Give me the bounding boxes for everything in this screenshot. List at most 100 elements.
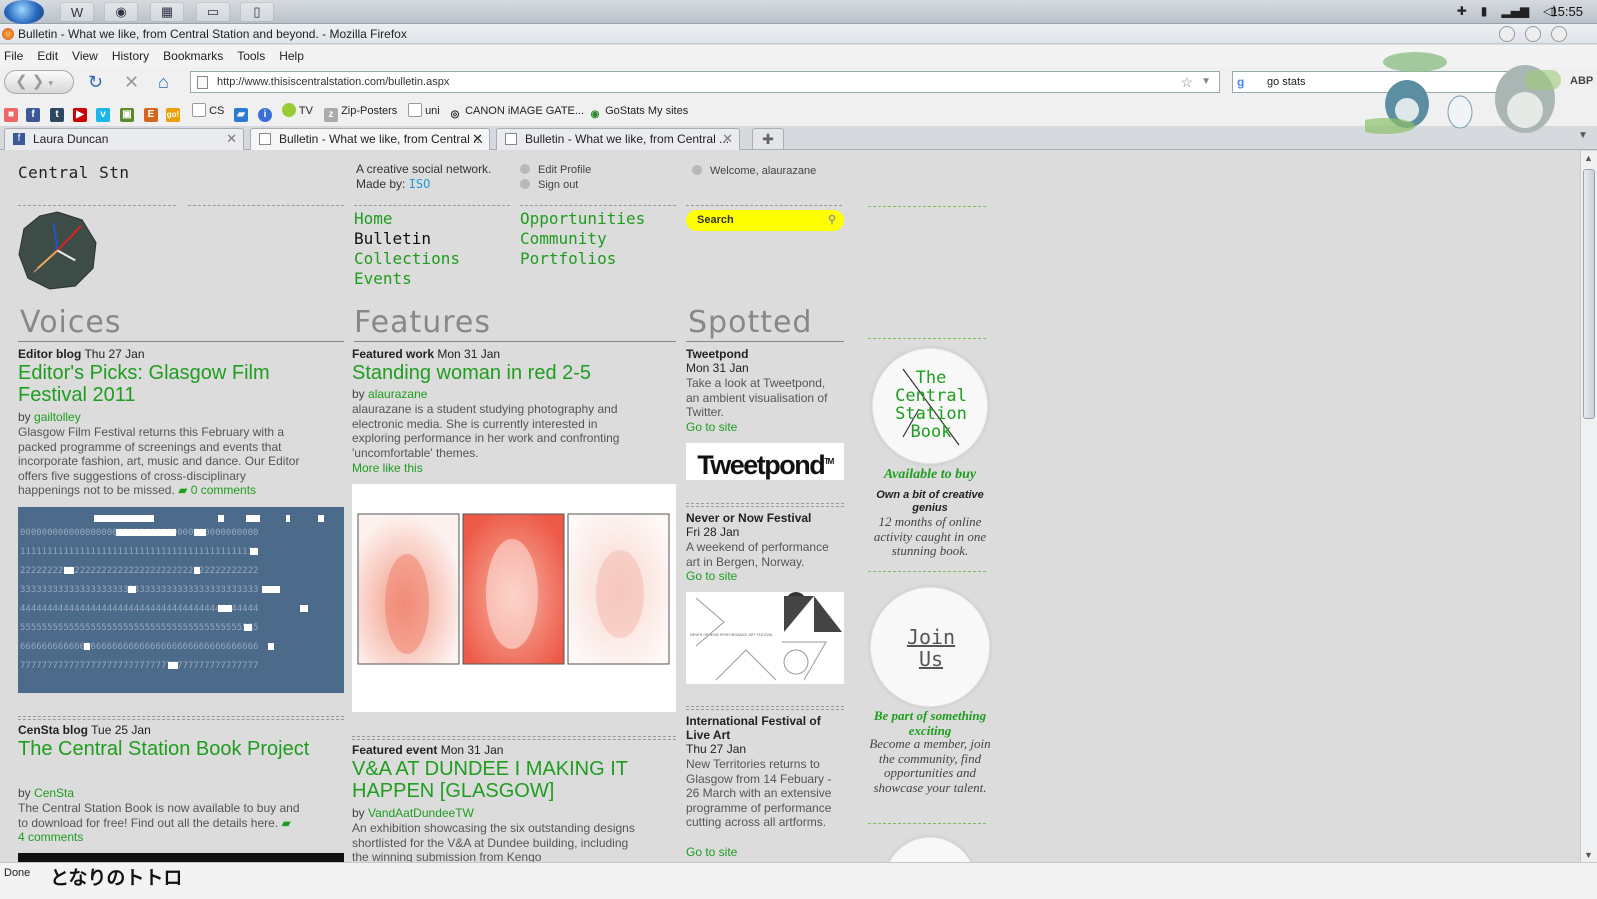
home-icon[interactable]: ⌂ — [158, 71, 169, 93]
address-bar[interactable]: http://www.thisiscentralstation.com/bull… — [190, 71, 1220, 93]
history-dropdown-icon[interactable]: ▾ — [49, 78, 54, 88]
edit-profile-link[interactable]: Edit Profile — [520, 163, 591, 178]
site-search-input[interactable]: Search ⚲ — [686, 210, 844, 231]
bookmark-star-icon[interactable]: ☆ — [1180, 72, 1193, 92]
next-promo-badge[interactable] — [884, 837, 976, 862]
reload-icon[interactable]: ↻ — [88, 71, 103, 93]
tab-bulletin-active[interactable]: Bulletin - What we like, from Central ..… — [250, 128, 490, 150]
scroll-up-icon[interactable]: ▲ — [1584, 153, 1593, 163]
available-to-buy-link[interactable]: Available to buy — [862, 467, 998, 483]
youtube-bookmark[interactable]: ▶ — [73, 103, 87, 122]
minimize-button[interactable] — [1499, 26, 1515, 42]
tumblr-bookmark[interactable]: t — [50, 103, 64, 122]
menu-file[interactable]: File — [4, 45, 23, 67]
scroll-thumb[interactable] — [1583, 169, 1595, 419]
tv-bookmark[interactable]: TV — [282, 103, 313, 119]
post-thumbnail-image[interactable] — [18, 853, 344, 862]
menu-help[interactable]: Help — [279, 45, 304, 67]
feature-title-link[interactable]: V&A AT DUNDEE I MAKING IT HAPPEN [GLASGO… — [352, 758, 662, 802]
etsy-bookmark[interactable]: E — [144, 103, 158, 122]
wordpress-app-icon[interactable]: W — [60, 2, 94, 22]
go-icon: go! — [166, 108, 180, 122]
add-icon[interactable]: ✚ — [1457, 4, 1467, 18]
join-us-badge[interactable]: Join Us — [870, 587, 990, 707]
canon-bookmark[interactable]: ◎ CANON iMAGE GATE... — [448, 103, 584, 120]
close-tab-icon[interactable]: ✕ — [722, 129, 733, 149]
feature-title-link[interactable]: Standing woman in red 2-5 — [352, 362, 672, 384]
back-forward-button[interactable]: ❮ ❯ ▾ — [4, 70, 74, 94]
scroll-down-icon[interactable]: ▼ — [1584, 850, 1593, 860]
info-bookmark[interactable]: i — [258, 103, 272, 122]
punch-card-image[interactable]: 0000000000000000000000000000000000000000… — [18, 507, 344, 693]
menu-edit[interactable]: Edit — [37, 45, 58, 67]
join-us-label[interactable]: Join Us — [871, 626, 991, 670]
nav-community[interactable]: Community — [520, 229, 645, 249]
be-part-link[interactable]: Be part of something exciting — [862, 708, 998, 738]
signal-icon[interactable]: ▂▄▆ — [1501, 4, 1529, 18]
new-tab-button[interactable]: ✚ — [752, 128, 784, 150]
photo-bookmark[interactable]: ▣ — [120, 103, 134, 122]
comments-link[interactable]: 4 comments — [18, 830, 83, 844]
tab-facebook[interactable]: f Laura Duncan ✕ — [4, 128, 244, 150]
maximize-button[interactable] — [1525, 26, 1541, 42]
facebook-bookmark[interactable]: f — [26, 103, 40, 122]
url-dropdown-icon[interactable]: ▼ — [1201, 72, 1211, 92]
vertical-scrollbar[interactable]: ▲ ▼ — [1580, 151, 1597, 862]
sign-out-link[interactable]: Sign out — [520, 178, 591, 193]
close-window-button[interactable] — [1551, 26, 1567, 42]
go-bookmark[interactable]: go! — [166, 103, 180, 122]
more-like-this-link[interactable]: More like this — [352, 461, 423, 475]
start-orb-icon[interactable] — [4, 0, 44, 24]
cs-bookmark[interactable]: CS — [192, 103, 224, 119]
vimeo-bookmark[interactable]: v — [96, 103, 110, 122]
search-icon[interactable]: ⚲ — [828, 210, 836, 231]
go-to-site-link[interactable]: Go to site — [686, 569, 737, 583]
go-to-site-link[interactable]: Go to site — [686, 845, 737, 859]
nav-collections[interactable]: Collections — [354, 249, 460, 269]
go-to-site-link[interactable]: Go to site — [686, 420, 737, 434]
standing-woman-triptych-image[interactable] — [352, 484, 676, 712]
iso-link[interactable]: ISO — [409, 177, 431, 191]
nav-opportunities[interactable]: Opportunities — [520, 209, 645, 229]
notepad-app-icon[interactable]: ▯ — [240, 2, 274, 22]
site-logo[interactable]: Central Stn — [18, 163, 129, 182]
author-link[interactable]: CenSta — [34, 786, 74, 800]
windows-bookmark[interactable]: ■ — [4, 103, 18, 122]
gostats-bookmark[interactable]: ◉ GoStats My sites — [588, 103, 689, 120]
uni-bookmark[interactable]: uni — [408, 103, 440, 119]
menu-history[interactable]: History — [112, 45, 149, 67]
post-title-link[interactable]: The Central Station Book Project — [18, 738, 318, 760]
nav-portfolios[interactable]: Portfolios — [520, 249, 645, 269]
nav-home[interactable]: Home — [354, 209, 460, 229]
firefox-app-icon[interactable]: ◉ — [104, 2, 138, 22]
tab-bulletin[interactable]: Bulletin - What we like, from Central ..… — [496, 128, 740, 150]
search-value[interactable]: go stats — [1267, 76, 1306, 88]
google-icon[interactable]: g — [1237, 75, 1251, 89]
menu-tools[interactable]: Tools — [237, 45, 265, 67]
back-arrow-icon[interactable]: ❮ — [15, 73, 28, 90]
nav-bulletin[interactable]: Bulletin — [354, 229, 460, 249]
central-station-book-badge[interactable]: The Central Station Book — [872, 348, 988, 464]
close-tab-icon[interactable]: ✕ — [226, 129, 237, 149]
nav-events[interactable]: Events — [354, 269, 460, 289]
comments-link[interactable]: 0 comments — [191, 483, 256, 497]
close-tab-icon[interactable]: ✕ — [472, 129, 483, 149]
zip-posters-bookmark[interactable]: z Zip-Posters — [324, 103, 397, 122]
menu-view[interactable]: View — [72, 45, 98, 67]
author-link[interactable]: VandAatDundeeTW — [368, 806, 474, 820]
author-link[interactable]: alaurazane — [368, 387, 427, 401]
system-clock[interactable]: 15:55 — [1550, 4, 1583, 19]
battery-icon[interactable]: ▮ — [1481, 4, 1488, 18]
folder-app-icon[interactable]: ▭ — [196, 2, 230, 22]
tweetpond-logo-image[interactable]: TweetpondTM — [686, 443, 844, 480]
stop-icon[interactable]: ✕ — [124, 71, 139, 93]
archive-app-icon[interactable]: ▦ — [150, 2, 184, 22]
never-or-now-poster-image[interactable]: NEVER OR NOW PERFORMANCE ART FESTIVAL — [686, 592, 844, 684]
author-link[interactable]: gailtolley — [34, 410, 81, 424]
chat-bookmark[interactable]: ▰ — [234, 103, 248, 122]
forward-arrow-icon[interactable]: ❯ — [32, 73, 45, 90]
post-title-link[interactable]: Editor's Picks: Glasgow Film Festival 20… — [18, 362, 318, 406]
url-text[interactable]: http://www.thisiscentralstation.com/bull… — [217, 76, 449, 88]
abp-label[interactable]: ABP — [1570, 75, 1593, 87]
menu-bookmarks[interactable]: Bookmarks — [163, 45, 223, 67]
